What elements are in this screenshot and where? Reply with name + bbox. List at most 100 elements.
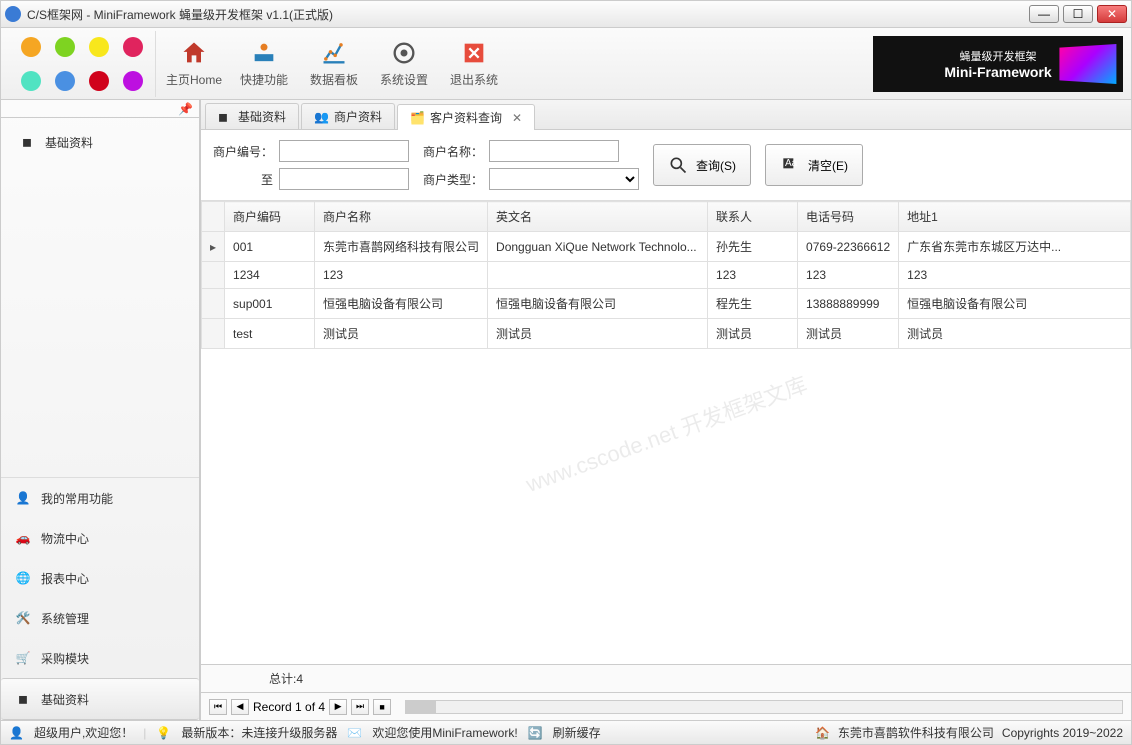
tab-label: 商户资料 bbox=[334, 108, 382, 125]
cell-contact: 孙先生 bbox=[708, 232, 798, 262]
status-user: 超级用户,欢迎您！ bbox=[34, 724, 133, 741]
tab-label: 客户资料查询 bbox=[430, 109, 502, 126]
cart-icon: 🛒 bbox=[13, 648, 33, 668]
home-label: 主页Home bbox=[166, 71, 222, 88]
cell-code: 001 bbox=[225, 232, 315, 262]
content: ◼ 基础资料 👥 商户资料 🗂️ 客户资料查询 ✕ 商户编号： 至 bbox=[201, 100, 1131, 720]
cell-phone: 123 bbox=[798, 262, 899, 289]
sidebar-item-system[interactable]: 🛠️ 系统管理 bbox=[1, 598, 199, 638]
query-label: 查询(S) bbox=[696, 157, 736, 174]
table-row[interactable]: 1234 123 123 123 123 bbox=[202, 262, 1131, 289]
tool-heart-icon[interactable] bbox=[123, 37, 143, 57]
status-version: 最新版本：未连接升级服务器 bbox=[181, 724, 337, 741]
table-row[interactable]: test 测试员 测试员 测试员 测试员 测试员 bbox=[202, 319, 1131, 349]
sidebar-item-basic-data-top[interactable]: ◼ 基础资料 bbox=[7, 124, 193, 160]
tool-yellow-icon[interactable] bbox=[89, 37, 109, 57]
minimize-button[interactable]: — bbox=[1029, 5, 1059, 23]
sidebar-label: 基础资料 bbox=[45, 134, 93, 151]
merchant-no-to-input[interactable] bbox=[279, 168, 409, 190]
sidebar-label: 我的常用功能 bbox=[41, 490, 113, 507]
pager: 总计:4 bbox=[201, 664, 1131, 692]
tab-merchant-data[interactable]: 👥 商户资料 bbox=[301, 103, 395, 129]
sidebar-item-logistics[interactable]: 🚗 物流中心 bbox=[1, 518, 199, 558]
watermark: www.cscode.net 开发框架文库 bbox=[521, 367, 811, 499]
cube-icon: ◼ bbox=[17, 132, 37, 152]
col-name[interactable]: 商户名称 bbox=[315, 202, 488, 232]
merchant-name-input[interactable] bbox=[489, 140, 619, 162]
cell-phone: 13888889999 bbox=[798, 289, 899, 319]
col-en[interactable]: 英文名 bbox=[488, 202, 708, 232]
banner-line1: 蝇量级开发框架 bbox=[960, 48, 1037, 64]
chart-icon bbox=[320, 39, 348, 67]
exit-button[interactable]: 退出系统 bbox=[442, 34, 506, 94]
merchant-no-label: 商户编号： bbox=[213, 143, 273, 160]
next-page-button[interactable]: ▶ bbox=[329, 699, 347, 715]
sidebar-pin[interactable]: 📌 bbox=[1, 100, 199, 118]
sidebar-item-reports[interactable]: 🌐 报表中心 bbox=[1, 558, 199, 598]
sidebar-label: 基础资料 bbox=[41, 691, 89, 708]
row-indicator bbox=[202, 319, 225, 349]
first-page-button[interactable]: ⏮ bbox=[209, 699, 227, 715]
data-grid[interactable]: 商户编码 商户名称 英文名 联系人 电话号码 地址1 ▸ 001 东莞市喜鹊网络… bbox=[201, 201, 1131, 664]
stop-button[interactable]: ■ bbox=[373, 699, 391, 715]
statusbar: 👤 超级用户,欢迎您！ | 💡 最新版本：未连接升级服务器 ✉️ 欢迎您使用Mi… bbox=[1, 720, 1131, 744]
tab-close-icon[interactable]: ✕ bbox=[512, 111, 522, 125]
record-label: Record 1 of 4 bbox=[253, 700, 325, 714]
col-addr[interactable]: 地址1 bbox=[899, 202, 1131, 232]
query-button[interactable]: 查询(S) bbox=[653, 144, 751, 186]
sidebar-label: 物流中心 bbox=[41, 530, 89, 547]
home-icon bbox=[180, 39, 208, 67]
header-row: 商户编码 商户名称 英文名 联系人 电话号码 地址1 bbox=[202, 202, 1131, 232]
tab-customer-query[interactable]: 🗂️ 客户资料查询 ✕ bbox=[397, 104, 535, 130]
banner-line2: Mini-Framework bbox=[944, 64, 1051, 80]
sidebar-item-favorites[interactable]: 👤 我的常用功能 bbox=[1, 478, 199, 518]
row-indicator bbox=[202, 262, 225, 289]
status-company: 东莞市喜鹊软件科技有限公司 bbox=[838, 724, 994, 741]
tab-basic-data[interactable]: ◼ 基础资料 bbox=[205, 103, 299, 129]
refresh-icon[interactable]: 🔄 bbox=[528, 726, 543, 740]
close-button[interactable]: ✕ bbox=[1097, 5, 1127, 23]
cube-icon: ◼ bbox=[13, 689, 33, 709]
cell-name: 东莞市喜鹊网络科技有限公司 bbox=[315, 232, 488, 262]
col-contact[interactable]: 联系人 bbox=[708, 202, 798, 232]
tool-teal-icon[interactable] bbox=[21, 71, 41, 91]
clear-button[interactable]: Aa 清空(E) bbox=[765, 144, 863, 186]
merchant-type-select[interactable] bbox=[489, 168, 639, 190]
scrollbar-thumb[interactable] bbox=[406, 701, 436, 713]
user-desk-icon bbox=[250, 39, 278, 67]
cell-phone: 0769-22366612 bbox=[798, 232, 899, 262]
status-welcome: 欢迎您使用MiniFramework! bbox=[372, 724, 517, 741]
user-desk-small-icon: 👤 bbox=[13, 488, 33, 508]
home-button[interactable]: 主页Home bbox=[162, 34, 226, 94]
merchant-no-from-input[interactable] bbox=[279, 140, 409, 162]
dashboard-button[interactable]: 数据看板 bbox=[302, 34, 366, 94]
status-refresh[interactable]: 刷新缓存 bbox=[553, 724, 601, 741]
tool-orange-icon[interactable] bbox=[21, 37, 41, 57]
scrollbar-track[interactable] bbox=[405, 700, 1123, 714]
settings-button[interactable]: 系统设置 bbox=[372, 34, 436, 94]
last-page-button[interactable]: ⏭ bbox=[351, 699, 369, 715]
quick-toolbox bbox=[9, 31, 156, 97]
sidebar-item-basic-data[interactable]: ◼ 基础资料 bbox=[1, 678, 199, 720]
tab-label: 基础资料 bbox=[238, 108, 286, 125]
quick-button[interactable]: 快捷功能 bbox=[232, 34, 296, 94]
col-phone[interactable]: 电话号码 bbox=[798, 202, 899, 232]
titlebar: C/S框架网 - MiniFramework 蝇量级开发框架 v1.1(正式版)… bbox=[1, 1, 1131, 28]
eraser-icon: Aa bbox=[780, 155, 800, 175]
tool-purple-icon[interactable] bbox=[123, 71, 143, 91]
cell-addr: 测试员 bbox=[899, 319, 1131, 349]
tool-green-icon[interactable] bbox=[55, 37, 75, 57]
tool-red-icon[interactable] bbox=[89, 71, 109, 91]
table-row[interactable]: ▸ 001 东莞市喜鹊网络科技有限公司 Dongguan XiQue Netwo… bbox=[202, 232, 1131, 262]
sidebar-item-purchase[interactable]: 🛒 采购模块 bbox=[1, 638, 199, 678]
tabstrip: ◼ 基础资料 👥 商户资料 🗂️ 客户资料查询 ✕ bbox=[201, 100, 1131, 130]
col-code[interactable]: 商户编码 bbox=[225, 202, 315, 232]
cell-addr: 恒强电脑设备有限公司 bbox=[899, 289, 1131, 319]
maximize-button[interactable]: ☐ bbox=[1063, 5, 1093, 23]
table-row[interactable]: sup001 恒强电脑设备有限公司 恒强电脑设备有限公司 程先生 1388888… bbox=[202, 289, 1131, 319]
car-icon: 🚗 bbox=[13, 528, 33, 548]
cell-phone: 测试员 bbox=[798, 319, 899, 349]
tool-blue-icon[interactable] bbox=[55, 71, 75, 91]
prev-page-button[interactable]: ◀ bbox=[231, 699, 249, 715]
row-indicator bbox=[202, 289, 225, 319]
